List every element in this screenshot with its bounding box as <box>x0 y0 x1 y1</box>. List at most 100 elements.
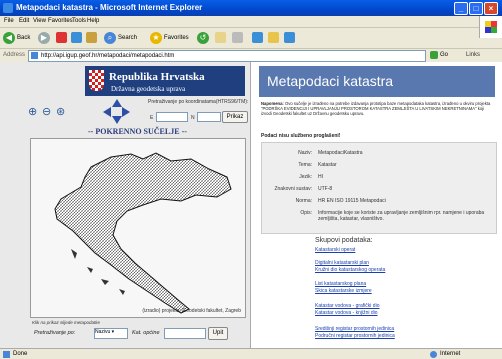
intro-text: Napomena: Ovo sučelje je izrađeno na pot… <box>261 101 495 116</box>
croatia-cadastral-map <box>54 152 232 314</box>
kat-opcine-input[interactable] <box>164 328 206 339</box>
status-bar: Done Internet <box>0 348 502 359</box>
metadata-table: Naziv: MetapodaciKatastra Tema: Katastar… <box>261 142 497 234</box>
go-label: Go <box>440 52 449 58</box>
page-done-icon <box>3 351 10 358</box>
menu-edit[interactable]: Edit <box>19 18 29 24</box>
link-podrucni-registar[interactable]: Područni registar prostornih jedinica <box>315 333 395 339</box>
meta-key: Tema: <box>298 162 312 168</box>
close-button[interactable]: × <box>484 2 498 15</box>
edit-icon <box>252 32 263 43</box>
kat-opcine-label: Kat. općine <box>132 330 160 336</box>
messenger-button[interactable] <box>284 31 295 44</box>
ie-icon <box>3 3 13 13</box>
messenger-icon <box>284 32 295 43</box>
favorites-label: Favorites <box>164 34 189 41</box>
search-button[interactable]: ⌕ Search <box>104 31 137 44</box>
meta-value: HR EN ISO 19115 Metapodaci <box>318 198 386 204</box>
menu-file[interactable]: File <box>4 18 14 24</box>
pan-down-icon[interactable] <box>112 116 122 124</box>
print-button[interactable] <box>232 31 243 44</box>
link-digitalni-plan[interactable]: Digitalni katastarski plan <box>315 260 369 266</box>
forward-arrow-icon: ▶ <box>38 31 50 44</box>
coord-y-label: N <box>191 115 195 121</box>
link-skica-izmjere[interactable]: Skica katastarske izmjere <box>315 288 372 294</box>
refresh-button[interactable] <box>71 31 82 44</box>
page-icon <box>31 52 38 59</box>
print-icon <box>232 32 243 43</box>
windows-logo <box>479 16 502 38</box>
home-button[interactable] <box>86 31 97 44</box>
search-label: Search <box>118 34 138 41</box>
pan-right-icon[interactable] <box>122 107 130 117</box>
stop-icon <box>56 32 67 43</box>
pan-up-icon[interactable] <box>112 99 122 107</box>
links-button[interactable]: Links <box>466 52 480 58</box>
link-sredisnji-registar[interactable]: Središnji registar prostornih jedinica <box>315 326 394 332</box>
meta-key: Znakovni sustav: <box>274 186 312 192</box>
home-icon <box>86 32 97 43</box>
menu-tools[interactable]: Tools <box>72 18 86 24</box>
star-icon: ★ <box>150 31 162 44</box>
back-arrow-icon: ◀ <box>3 31 15 44</box>
address-url: http://api.igup.geof.hr/metapodaci/metap… <box>41 53 175 59</box>
zoom-out-icon[interactable]: ⊖ <box>42 105 51 118</box>
coord-x-input[interactable] <box>156 112 188 122</box>
page-title: Metapodaci katastra <box>267 73 394 89</box>
link-katastarski-operat[interactable]: Katastarski operat <box>315 247 355 253</box>
address-input[interactable]: http://api.igup.geof.hr/metapodaci/metap… <box>28 50 426 62</box>
go-arrow-icon <box>430 51 438 59</box>
favorites-button[interactable]: ★ Favorites <box>150 31 189 44</box>
page-content: Republika Hrvatska Državna geodetska upr… <box>0 62 502 348</box>
forward-button[interactable]: ▶ <box>38 31 50 44</box>
meta-key: Jezik: <box>299 174 312 180</box>
address-label: Address <box>3 52 26 58</box>
edit-button[interactable] <box>252 31 263 44</box>
minimize-button[interactable]: _ <box>454 2 468 15</box>
coord-y-input[interactable] <box>197 112 221 122</box>
stop-button[interactable] <box>56 31 67 44</box>
croatia-outline <box>54 152 232 314</box>
internet-zone-icon <box>430 351 437 358</box>
search-icon: ⌕ <box>104 31 116 44</box>
zoom-extent-icon[interactable]: ⊛ <box>56 105 65 118</box>
banner-subtitle: Državna geodetska uprava <box>111 85 186 93</box>
window-title: Metapodaci katastra - Microsoft Internet… <box>16 3 203 12</box>
banner-title: Republika Hrvatska <box>109 71 205 83</box>
link-vodovi-knjizni[interactable]: Katastar vodova - knjižni dio <box>315 310 378 316</box>
mail-icon <box>215 32 226 43</box>
maximize-button[interactable]: □ <box>469 2 483 15</box>
link-list-plana[interactable]: List katastarskog plana <box>315 281 366 287</box>
search-by-select[interactable]: Nazivu ▾ <box>94 328 128 339</box>
datasets-heading: Skupovi podataka: <box>315 237 373 244</box>
menu-view[interactable]: View <box>33 18 46 24</box>
zoom-in-icon[interactable]: ⊕ <box>28 105 37 118</box>
menu-bar: File Edit View Favorites Tools Help <box>0 16 502 28</box>
mail-button[interactable] <box>215 31 226 44</box>
coord-x-label: E <box>150 115 154 121</box>
metadata-panel: Metapodaci katastra Napomena: Ovo sučelj… <box>251 62 502 348</box>
map-frame[interactable]: (izradio) projekta: Geodetski fakultet, … <box>30 138 246 318</box>
map-hint: Klik na prikaz slijede metapodatke <box>32 320 101 325</box>
link-vodovi-graficki[interactable]: Katastar vodova - grafički dio <box>315 303 379 309</box>
search-by-label: Pretraživanje po: <box>34 330 76 336</box>
back-button[interactable]: ◀ Back <box>3 31 30 44</box>
menu-help[interactable]: Help <box>87 18 99 24</box>
meta-value: Informacije koje se koriste za upravljan… <box>318 210 485 222</box>
pan-left-icon[interactable] <box>103 107 111 117</box>
zone-text: Internet <box>440 351 461 357</box>
select-arrow-icon: ▾ <box>110 329 115 335</box>
folder-button[interactable] <box>268 31 279 44</box>
coord-show-button[interactable]: Prikaz <box>222 111 248 123</box>
meta-value: MetapodaciKatastra <box>318 150 363 156</box>
link-kruzni-dio[interactable]: Kružni dio katastarskog operata <box>315 267 385 273</box>
history-icon: ↺ <box>197 31 209 44</box>
meta-key: Norma: <box>295 198 312 204</box>
menu-favorites[interactable]: Favorites <box>48 18 73 24</box>
toolbar: ◀ Back ▶ ⌕ Search ★ Favorites ↺ <box>0 28 480 48</box>
go-button[interactable]: Go <box>430 50 460 60</box>
note-body: Ovo sučelje je izrađeno na potrebe izdav… <box>261 101 491 116</box>
history-button[interactable]: ↺ <box>197 31 209 44</box>
meta-value: UTF-8 <box>318 186 333 192</box>
query-button[interactable]: Upit <box>208 327 228 340</box>
